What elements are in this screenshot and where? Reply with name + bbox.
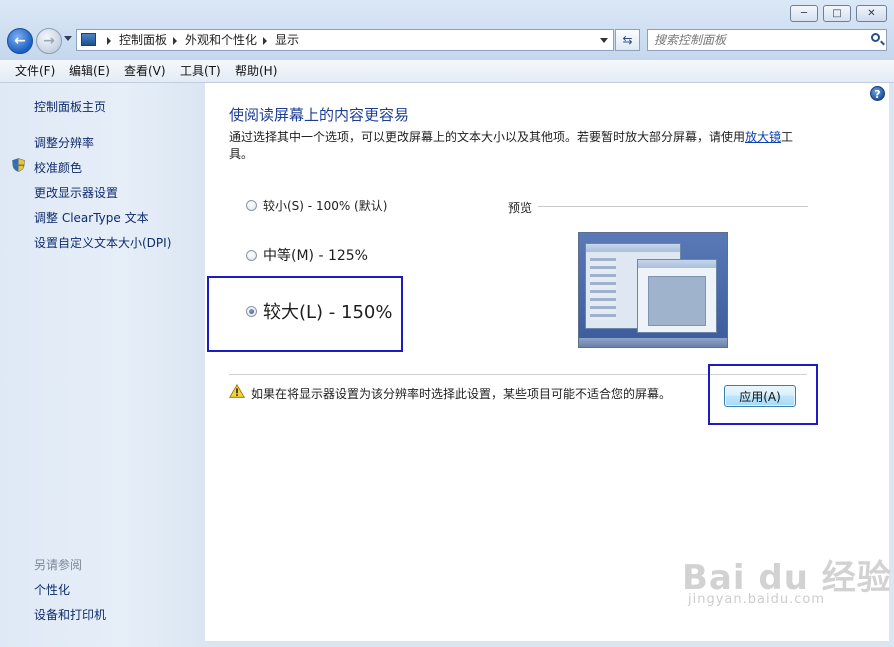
sidebar-item-control-panel-home[interactable]: 控制面板主页 [34, 98, 106, 115]
arrow-left-icon: ← [14, 33, 26, 49]
menu-edit[interactable]: 编辑(E) [69, 63, 110, 79]
preview-taskbar [579, 338, 727, 347]
preview-window-front [637, 259, 717, 333]
description-text: 通过选择其中一个选项，可以更改屏幕上的文本大小以及其他项。若要暂时放大部分屏幕，… [229, 130, 746, 144]
minimize-button[interactable]: ─ [790, 5, 818, 22]
menu-tools[interactable]: 工具(T) [180, 63, 221, 79]
help-icon[interactable]: ? [870, 86, 885, 101]
watermark-url: jingyan.baidu.com [688, 592, 825, 607]
refresh-button[interactable]: ⇆ [615, 29, 640, 51]
menu-bar: 文件(F) 编辑(E) 查看(V) 工具(T) 帮助(H) [0, 60, 894, 83]
preview-label: 预览 [508, 201, 533, 215]
breadcrumb-separator-icon[interactable] [107, 36, 111, 45]
menu-help[interactable]: 帮助(H) [235, 63, 277, 79]
sidebar-item-personalization[interactable]: 个性化 [34, 581, 70, 598]
annotation-box-larger [207, 276, 403, 352]
sidebar: 控制面板主页 调整分辨率 校准颜色 更改显示器设置 调整 ClearType 文… [0, 83, 205, 647]
close-button[interactable]: ✕ [856, 5, 887, 22]
sidebar-item-custom-dpi[interactable]: 设置自定义文本大小(DPI) [34, 234, 171, 251]
sidebar-item-devices-printers[interactable]: 设备和打印机 [34, 606, 106, 623]
window-titlebar: ─ □ ✕ ← → 控制面板 外观和个性化 显示 ⇆ [0, 0, 894, 60]
sidebar-item-adjust-resolution[interactable]: 调整分辨率 [34, 134, 94, 151]
page-description: 通过选择其中一个选项，可以更改屏幕上的文本大小以及其他项。若要暂时放大部分屏幕，… [229, 129, 799, 163]
page-title: 使阅读屏幕上的内容更容易 [229, 106, 410, 124]
breadcrumb-appearance[interactable]: 外观和个性化 [185, 30, 257, 50]
search-icon[interactable] [871, 33, 880, 42]
baidu-watermark: Bai du 经验 jingyan.baidu.com [682, 550, 892, 607]
annotation-box-apply [708, 364, 818, 425]
option-smaller[interactable]: 较小(S) - 100% (默认) [246, 197, 387, 214]
address-bar[interactable]: 控制面板 外观和个性化 显示 [76, 29, 614, 51]
preview-divider [538, 206, 808, 207]
breadcrumb-separator-icon[interactable] [263, 36, 268, 45]
sidebar-item-calibrate-color[interactable]: 校准颜色 [34, 159, 82, 176]
menu-view[interactable]: 查看(V) [124, 63, 166, 79]
arrow-right-icon: → [43, 33, 55, 49]
see-also-title: 另请参阅 [34, 558, 83, 572]
radio-smaller[interactable] [246, 200, 257, 211]
option-medium[interactable]: 中等(M) - 125% [246, 245, 368, 265]
radio-medium[interactable] [246, 249, 257, 261]
uac-shield-icon [12, 158, 25, 172]
refresh-icon: ⇆ [622, 33, 633, 47]
control-panel-icon [81, 33, 96, 46]
breadcrumb-separator-icon[interactable] [173, 36, 178, 45]
search-input[interactable] [654, 32, 854, 48]
maximize-button[interactable]: □ [823, 5, 851, 22]
breadcrumb: 控制面板 外观和个性化 显示 [101, 30, 299, 50]
menu-file[interactable]: 文件(F) [15, 63, 55, 79]
breadcrumb-display[interactable]: 显示 [275, 30, 299, 50]
sidebar-item-adjust-cleartype[interactable]: 调整 ClearType 文本 [34, 209, 149, 226]
option-medium-label: 中等(M) - 125% [263, 248, 368, 264]
forward-button[interactable]: → [36, 28, 62, 54]
preview-image [578, 232, 728, 348]
warning-text: 如果在将显示器设置为该分辨率时选择此设置，某些项目可能不适合您的屏幕。 [251, 387, 672, 401]
magnifier-link[interactable]: 放大镜 [745, 130, 781, 144]
sidebar-item-change-display-settings[interactable]: 更改显示器设置 [34, 184, 118, 201]
breadcrumb-control-panel[interactable]: 控制面板 [119, 30, 167, 50]
back-button[interactable]: ← [7, 28, 33, 54]
address-dropdown-icon[interactable] [600, 38, 608, 43]
option-smaller-label: 较小(S) - 100% (默认) [263, 199, 388, 213]
search-box[interactable] [647, 29, 887, 51]
warning-icon [229, 384, 245, 398]
recent-pages-dropdown-icon[interactable] [64, 36, 72, 41]
